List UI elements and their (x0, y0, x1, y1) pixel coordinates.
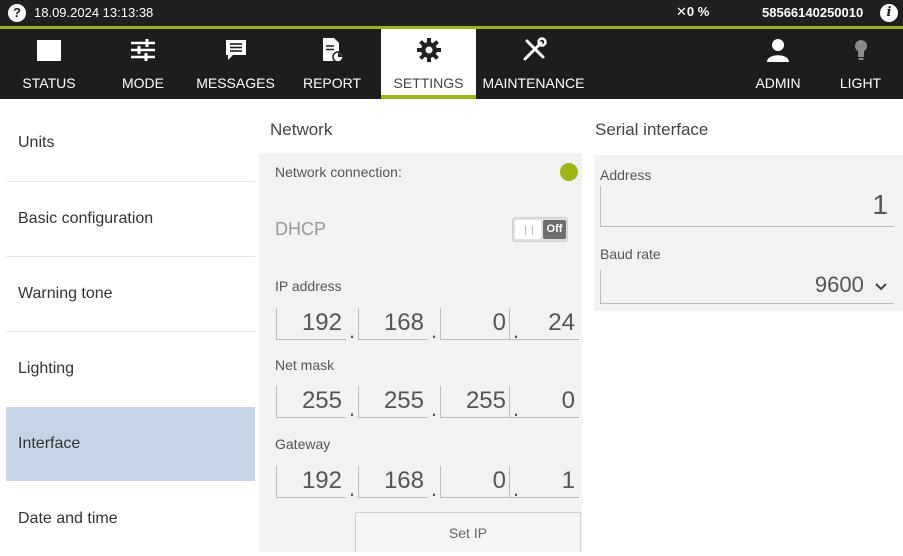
gateway-octet-1[interactable]: 192 (276, 466, 346, 498)
nav-label: ADMIN (755, 75, 801, 91)
toggle-knob (515, 220, 541, 239)
menu-item-basic-configuration[interactable]: Basic configuration (6, 182, 255, 256)
gear-icon (416, 38, 441, 62)
baud-rate-select[interactable]: 9600 (600, 270, 894, 304)
baud-rate-label: Baud rate (600, 246, 661, 262)
message-icon (225, 40, 246, 60)
menu-item-label: Warning tone (18, 285, 113, 302)
octet-separator: . (431, 396, 438, 421)
address-label: Address (600, 167, 652, 183)
nav-label: STATUS (22, 75, 76, 91)
set-ip-button[interactable]: Set IP (355, 512, 581, 552)
gateway-label: Gateway (275, 436, 331, 452)
datetime: 18.09.2024 13:13:38 (34, 5, 154, 20)
nav-label: SETTINGS (393, 75, 464, 91)
net-mask-label: Net mask (275, 357, 335, 373)
ip-octet-4[interactable]: 24 (509, 308, 579, 340)
gateway-octet-3[interactable]: 0 (440, 466, 510, 498)
ip-octet-3[interactable]: 0 (440, 308, 510, 340)
menu-item-label: Units (18, 134, 55, 151)
menu-item-warning-tone[interactable]: Warning tone (6, 257, 255, 331)
nav-admin[interactable]: ADMIN (738, 29, 818, 99)
dhcp-toggle[interactable]: Off (512, 217, 568, 242)
tools-icon (523, 37, 547, 61)
network-title: Network (270, 120, 333, 139)
status-bar: ? 18.09.2024 13:13:38 ✕0 % 5856614025001… (0, 0, 903, 26)
baud-rate-value: 9600 (814, 272, 864, 297)
serial-interface-title: Serial interface (595, 120, 709, 139)
user-icon (767, 39, 789, 62)
octet-separator: . (431, 318, 438, 343)
nav-settings[interactable]: SETTINGS (381, 29, 476, 99)
nav-report[interactable]: REPORT (283, 29, 381, 99)
nav-label: MESSAGES (196, 75, 275, 91)
menu-item-label: Date and time (18, 510, 118, 527)
nav-label: MODE (122, 75, 164, 91)
gateway-octet-2[interactable]: 168 (358, 466, 428, 498)
octet-separator: . (431, 476, 438, 501)
mask-octet-1[interactable]: 255 (276, 386, 346, 418)
tool-status: ✕0 % (676, 4, 710, 19)
menu-item-label: Interface (18, 435, 81, 452)
nav-messages[interactable]: MESSAGES (188, 29, 283, 99)
ip-octet-2[interactable]: 168 (358, 308, 428, 340)
chevron-down-icon (875, 283, 887, 291)
mask-octet-3[interactable]: 255 (440, 386, 510, 418)
network-connection-label: Network connection: (275, 164, 402, 180)
nav-status[interactable]: STATUS (0, 29, 98, 99)
octet-separator: . (349, 318, 356, 343)
menu-item-date-and-time[interactable]: Date and time (6, 482, 255, 556)
mask-octet-4[interactable]: 0 (509, 386, 579, 418)
lightbulb-icon (854, 40, 867, 60)
mask-octet-2[interactable]: 255 (358, 386, 428, 418)
nav-label: MAINTENANCE (482, 75, 585, 91)
ip-octet-1[interactable]: 192 (276, 308, 346, 340)
serial-number: 58566140250010 (762, 5, 864, 20)
report-icon (323, 38, 344, 63)
address-input[interactable]: 1 (600, 186, 894, 227)
active-indicator (381, 95, 476, 99)
octet-separator: . (349, 476, 356, 501)
nav-label: REPORT (302, 75, 362, 91)
toggle-state: Off (543, 220, 566, 239)
sliders-icon (131, 39, 155, 61)
nav-maintenance[interactable]: MAINTENANCE (476, 29, 591, 99)
menu-item-units[interactable]: Units (6, 106, 255, 180)
menu-item-interface[interactable]: Interface (6, 407, 255, 481)
connection-status-indicator (560, 163, 578, 181)
status-icon (37, 39, 61, 61)
main-nav: STATUS MODE MESSAGES REPORT SETTINGS MAI… (0, 29, 903, 99)
nav-light[interactable]: LIGHT (818, 29, 903, 99)
ip-address-label: IP address (275, 278, 342, 294)
menu-item-lighting[interactable]: Lighting (6, 332, 255, 406)
menu-item-label: Lighting (18, 360, 75, 377)
dhcp-label: DHCP (275, 219, 327, 239)
info-icon[interactable]: i (880, 4, 898, 22)
nav-mode[interactable]: MODE (98, 29, 188, 99)
octet-separator: . (349, 396, 356, 421)
menu-item-label: Basic configuration (18, 210, 154, 227)
nav-label: LIGHT (839, 75, 882, 91)
gateway-octet-4[interactable]: 1 (509, 466, 579, 498)
help-icon[interactable]: ? (8, 4, 26, 22)
